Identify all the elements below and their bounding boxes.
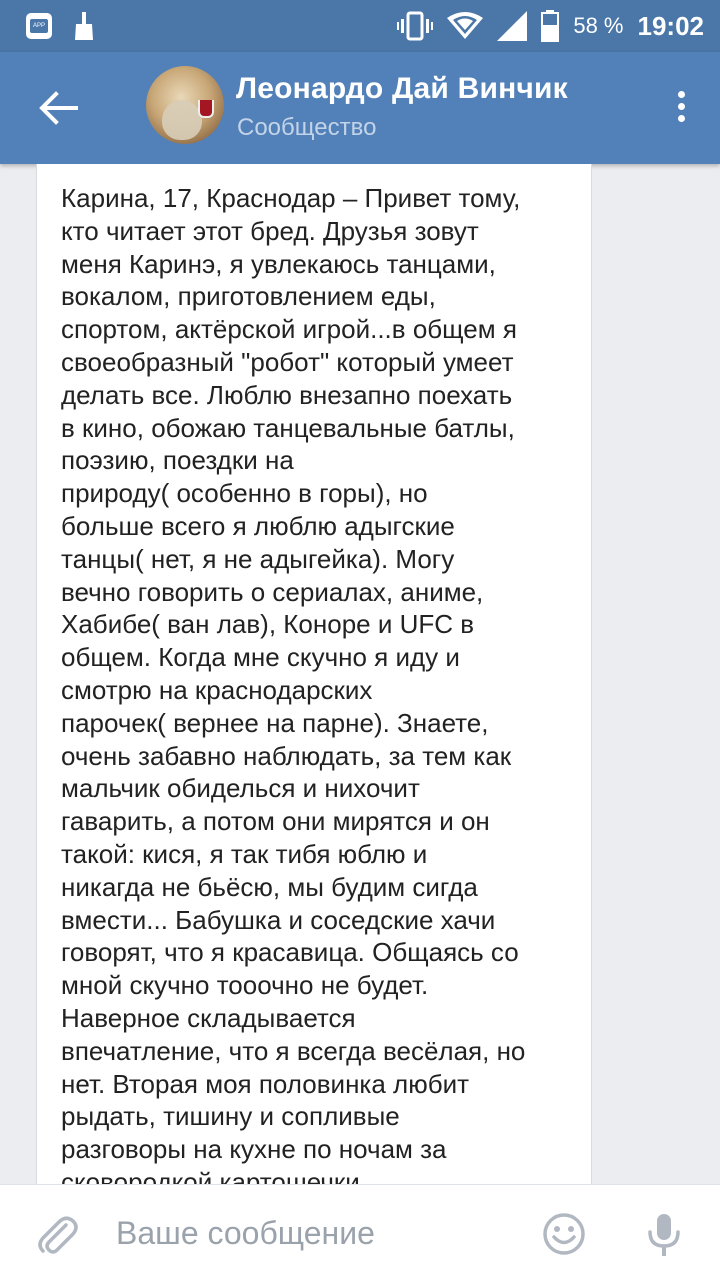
broom-icon [75,12,93,40]
wifi-icon [447,12,484,39]
clock: 19:02 [637,10,705,41]
community-avatar[interactable] [146,66,224,144]
battery-icon [541,10,560,42]
back-arrow-icon[interactable] [36,86,80,130]
message-composer: Ваше сообщение [0,1184,720,1281]
message-input[interactable]: Ваше сообщение [116,1215,375,1252]
app-header: Леонардо Дай Винчик Сообщество [0,52,720,164]
message-text: Карина, 17, Краснодар – Привет тому, кто… [61,183,526,1184]
emoji-icon[interactable] [542,1212,586,1256]
battery-percent: 58 % [573,13,624,38]
more-menu-icon[interactable] [672,88,690,128]
app-icon-label: APP [30,19,48,33]
attach-paperclip-icon[interactable] [36,1213,78,1257]
status-bar: APP 58 % 19:02 [0,0,720,52]
vibrate-icon [397,11,434,41]
message-bubble: Карина, 17, Краснодар – Привет тому, кто… [36,164,592,1184]
community-title[interactable]: Леонардо Дай Винчик [236,72,568,106]
microphone-icon[interactable] [646,1212,682,1258]
signal-icon [497,11,528,41]
community-subtitle: Сообщество [237,114,377,141]
app-notification-icon: APP [26,13,52,39]
